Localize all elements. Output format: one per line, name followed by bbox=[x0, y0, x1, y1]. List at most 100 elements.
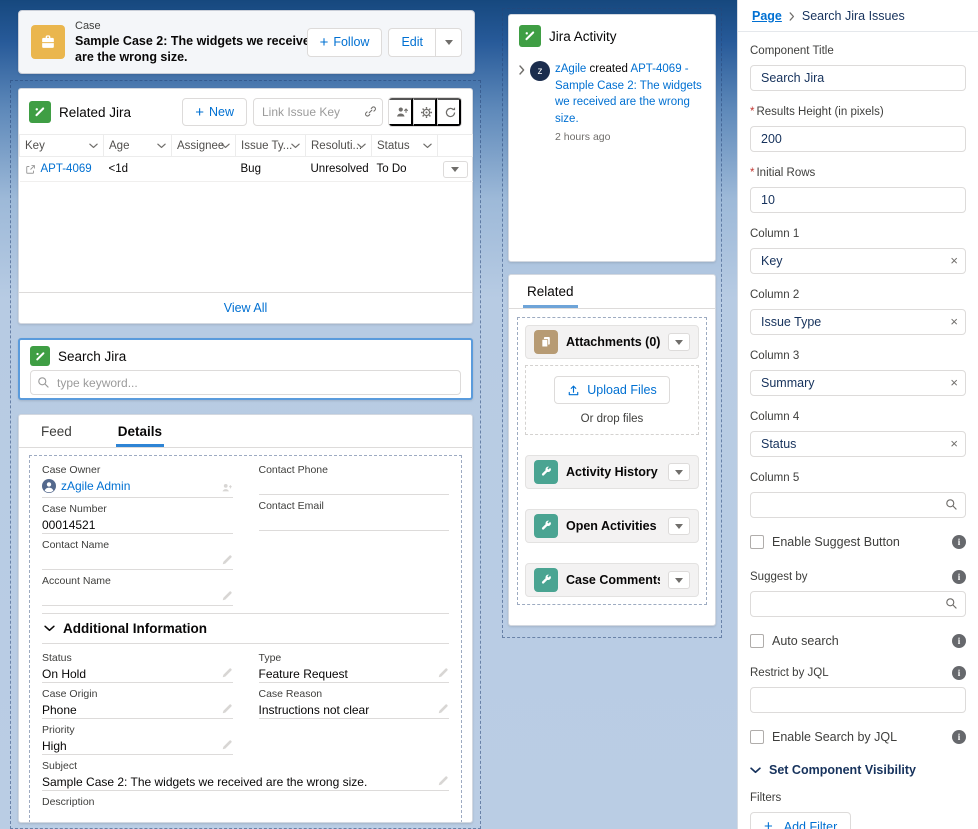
keyword-search-input[interactable] bbox=[30, 370, 461, 395]
assign-user-button[interactable] bbox=[389, 98, 413, 126]
breadcrumb-page-link[interactable]: Page bbox=[752, 9, 782, 23]
field-case-origin: Case Origin Phone bbox=[42, 688, 233, 719]
link-issue-key-wrap bbox=[253, 98, 383, 126]
edit-button[interactable]: Edit bbox=[388, 28, 436, 57]
upload-files-button[interactable]: Upload Files bbox=[554, 376, 669, 404]
jira-brand-icon bbox=[519, 25, 541, 47]
table-row: APT-4069 <1d Bug Unresolved To Do bbox=[20, 157, 473, 182]
info-icon[interactable]: i bbox=[952, 730, 966, 744]
field-account-name: Account Name bbox=[42, 575, 233, 606]
component-title-input[interactable] bbox=[750, 65, 966, 91]
column-3-input[interactable] bbox=[750, 370, 966, 396]
results-height-input[interactable] bbox=[750, 126, 966, 152]
edit-pencil-icon[interactable] bbox=[437, 667, 449, 679]
edit-pencil-icon[interactable] bbox=[221, 739, 233, 751]
info-icon[interactable]: i bbox=[952, 570, 966, 584]
column-1-input[interactable] bbox=[750, 248, 966, 274]
expand-chevron-icon[interactable] bbox=[519, 65, 525, 143]
search-jira-panel[interactable]: Search Jira bbox=[18, 338, 473, 400]
chevron-down-icon bbox=[675, 470, 683, 475]
column-5-input[interactable] bbox=[750, 492, 966, 518]
column-header-resolution[interactable]: Resoluti... bbox=[306, 135, 372, 157]
restrict-jql-input[interactable] bbox=[750, 687, 966, 713]
card-dropdown-button[interactable] bbox=[668, 571, 690, 589]
set-component-visibility[interactable]: Set Component Visibility bbox=[750, 762, 966, 778]
chevron-down-icon bbox=[451, 167, 459, 172]
tab-feed[interactable]: Feed bbox=[39, 415, 74, 447]
edit-pencil-icon[interactable] bbox=[221, 554, 233, 566]
plus-icon: + bbox=[195, 105, 204, 120]
column-4-input[interactable] bbox=[750, 431, 966, 457]
refresh-button[interactable] bbox=[437, 98, 461, 126]
case-actions-dropdown-button[interactable] bbox=[436, 28, 462, 57]
search-icon bbox=[945, 597, 958, 610]
column-header-issue-type[interactable]: Issue Ty... bbox=[236, 135, 306, 157]
suggest-by-input[interactable] bbox=[750, 591, 966, 617]
file-drop-zone[interactable]: Upload Files Or drop files bbox=[525, 365, 699, 435]
clear-icon[interactable]: × bbox=[950, 375, 958, 391]
edit-pencil-icon[interactable] bbox=[221, 590, 233, 602]
info-icon[interactable]: i bbox=[952, 634, 966, 648]
add-filter-button[interactable]: + Add Filter bbox=[750, 812, 851, 829]
case-owner-link[interactable]: zAgile Admin bbox=[61, 478, 130, 494]
attachments-card[interactable]: Attachments (0) bbox=[525, 325, 699, 359]
tab-details[interactable]: Details bbox=[116, 415, 164, 447]
card-dropdown-button[interactable] bbox=[668, 463, 690, 481]
person-up-icon bbox=[395, 105, 409, 119]
new-issue-button[interactable]: +New bbox=[182, 98, 247, 126]
settings-button[interactable] bbox=[413, 98, 437, 126]
activity-text: zAgile created APT-4069 - Sample Case 2:… bbox=[555, 61, 705, 128]
edit-pencil-icon[interactable] bbox=[221, 667, 233, 679]
search-icon bbox=[945, 498, 958, 511]
enable-suggest-checkbox[interactable] bbox=[750, 535, 764, 549]
edit-pencil-icon[interactable] bbox=[221, 703, 233, 715]
info-icon[interactable]: i bbox=[952, 535, 966, 549]
gear-icon bbox=[420, 106, 433, 119]
upload-icon bbox=[567, 384, 580, 397]
activity-entry: z zAgile created APT-4069 - Sample Case … bbox=[519, 61, 705, 143]
wrench-icon bbox=[534, 460, 558, 484]
follow-button[interactable]: +Follow bbox=[307, 28, 383, 57]
activity-user-link[interactable]: zAgile bbox=[555, 63, 586, 75]
change-owner-icon[interactable] bbox=[221, 482, 233, 494]
column-header-status[interactable]: Status bbox=[372, 135, 438, 157]
table-header-row: Key Age Assignee Issue Ty... Resoluti...… bbox=[20, 135, 473, 157]
edit-pencil-icon[interactable] bbox=[437, 821, 449, 823]
initial-rows-input[interactable] bbox=[750, 187, 966, 213]
column-2-input[interactable] bbox=[750, 309, 966, 335]
activity-history-card[interactable]: Activity History (0) bbox=[525, 455, 699, 489]
component-title-field: Component Title bbox=[750, 44, 966, 91]
related-tab-row: Related bbox=[509, 275, 715, 309]
auto-search-checkbox[interactable] bbox=[750, 634, 764, 648]
issue-key-link[interactable]: APT-4069 bbox=[41, 163, 92, 175]
field-case-reason: Case Reason Instructions not clear bbox=[259, 688, 450, 719]
field-contact-phone: Contact Phone bbox=[259, 464, 450, 495]
chevron-down-icon bbox=[157, 143, 166, 149]
edit-button-group: Edit bbox=[388, 28, 462, 57]
row-actions-button[interactable] bbox=[443, 161, 468, 178]
card-dropdown-button[interactable] bbox=[668, 333, 690, 351]
tab-related[interactable]: Related bbox=[523, 284, 578, 308]
clear-icon[interactable]: × bbox=[950, 314, 958, 330]
link-icon bbox=[364, 105, 377, 118]
results-height-field: *Results Height (in pixels) bbox=[750, 105, 966, 152]
open-activities-card[interactable]: Open Activities (0) bbox=[525, 509, 699, 543]
card-dropdown-button[interactable] bbox=[668, 517, 690, 535]
column-header-key[interactable]: Key bbox=[20, 135, 104, 157]
section-additional-information[interactable]: Additional Information bbox=[42, 613, 449, 644]
clear-icon[interactable]: × bbox=[950, 253, 958, 269]
clear-icon[interactable]: × bbox=[950, 436, 958, 452]
edit-pencil-icon[interactable] bbox=[437, 775, 449, 787]
enable-jql-checkbox[interactable] bbox=[750, 730, 764, 744]
info-icon[interactable]: i bbox=[952, 666, 966, 680]
edit-pencil-icon[interactable] bbox=[437, 703, 449, 715]
suggest-by-field: Suggest by i bbox=[750, 570, 966, 617]
case-comments-card[interactable]: Case Comments (0) bbox=[525, 563, 699, 597]
case-actions: +Follow Edit bbox=[307, 28, 462, 57]
properties-form: Component Title *Results Height (in pixe… bbox=[738, 32, 978, 829]
view-all-link[interactable]: View All bbox=[224, 301, 268, 315]
chevron-down-icon bbox=[675, 340, 683, 345]
avatar-icon bbox=[42, 479, 56, 493]
column-header-assignee[interactable]: Assignee bbox=[172, 135, 236, 157]
column-header-age[interactable]: Age bbox=[104, 135, 172, 157]
